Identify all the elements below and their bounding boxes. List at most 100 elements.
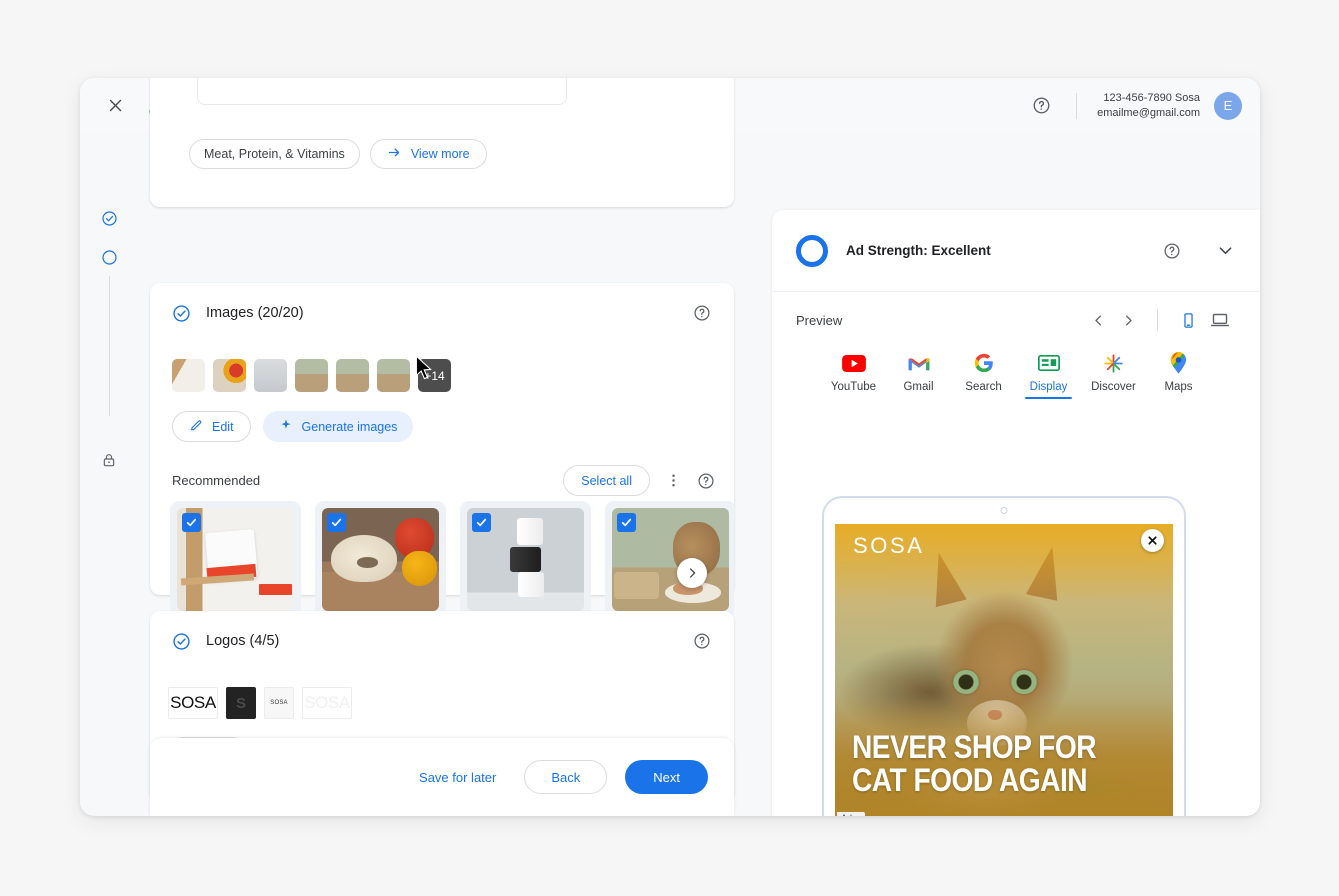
- next-label: Next: [653, 769, 680, 785]
- help-circle-icon[interactable]: [692, 631, 712, 651]
- main-content-column: Meat, Protein, & Vitamins View more Imag: [150, 78, 750, 816]
- ad-headline: NEVER SHOP FOR CAT FOOD AGAIN: [852, 731, 1120, 797]
- edit-images-button[interactable]: Edit: [172, 411, 251, 442]
- ad-disclosure-badge[interactable]: Ad: [837, 812, 866, 816]
- close-icon[interactable]: [1141, 529, 1164, 552]
- thumb-packaging-shelf[interactable]: [172, 359, 205, 392]
- logos-section-header: Logos (4/5): [150, 611, 734, 651]
- header-right-cluster: 123-456-7890 Sosa emailme@gmail.com E: [1026, 91, 1242, 121]
- preview-nav: [1083, 305, 1236, 335]
- arrow-right-icon: [387, 145, 402, 163]
- tab-gmail[interactable]: Gmail: [886, 352, 951, 399]
- app-body: Meat, Protein, & Vitamins View more Imag: [80, 78, 1260, 816]
- overflow-count-label: +14: [424, 368, 445, 383]
- help-circle-icon[interactable]: [1026, 91, 1056, 121]
- next-button[interactable]: Next: [625, 760, 708, 794]
- close-icon[interactable]: [100, 91, 130, 121]
- thumb-cat-peppers[interactable]: [213, 359, 246, 392]
- step-connector-line: [108, 276, 110, 416]
- maps-pin-icon: [1169, 352, 1188, 374]
- tab-label: Display: [1029, 381, 1068, 393]
- header-right-divider: [1076, 92, 1078, 119]
- keywords-row: Meat, Protein, & Vitamins View more: [189, 139, 487, 169]
- chevron-left-icon[interactable]: [1083, 305, 1113, 335]
- google-g-icon: [974, 352, 994, 374]
- logo-text: SOSA: [170, 693, 216, 712]
- circle-outline-icon[interactable]: [100, 248, 118, 266]
- account-info[interactable]: 123-456-7890 Sosa emailme@gmail.com: [1097, 91, 1200, 121]
- chevron-right-icon[interactable]: [677, 558, 707, 588]
- generate-images-label: Generate images: [301, 419, 398, 434]
- logo-sosa-faded[interactable]: SOSA: [302, 687, 352, 719]
- preview-label: Preview: [796, 312, 843, 328]
- keywords-input-box[interactable]: [197, 78, 567, 105]
- logo-text: SOSA: [270, 700, 288, 706]
- display-ad-creative[interactable]: SOSA NEVER SHOP FOR CAT FOOD AGAIN Packe…: [835, 524, 1173, 816]
- save-for-later-button[interactable]: Save for later: [409, 762, 506, 793]
- thumb-overflow-count[interactable]: +14: [418, 359, 451, 392]
- thumb-cat-plate-2[interactable]: [336, 359, 369, 392]
- select-all-button[interactable]: Select all: [563, 465, 650, 496]
- lock-icon: [100, 451, 118, 469]
- edit-images-label: Edit: [212, 419, 234, 434]
- logos-section-title: Logos (4/5): [206, 633, 280, 649]
- discover-icon: [1103, 352, 1124, 374]
- recommended-card-frame: [170, 501, 301, 618]
- thumb-cans-stack[interactable]: [254, 359, 287, 392]
- pencil-icon: [189, 418, 203, 435]
- back-button[interactable]: Back: [524, 760, 608, 794]
- tab-search[interactable]: Search: [951, 352, 1016, 399]
- account-email: emailme@gmail.com: [1097, 106, 1200, 119]
- logo-thumbnail-row: SOSA S SOSA SOSA: [168, 687, 352, 719]
- logo-text: SOSA: [304, 693, 350, 712]
- recommended-card-frame: [315, 501, 446, 618]
- smartphone-icon[interactable]: [1172, 305, 1204, 335]
- preview-panel: Ad Strength: Excellent Preview YouTube G…: [772, 210, 1260, 816]
- images-section-title: Images (20/20): [206, 305, 304, 321]
- gmail-icon: [907, 352, 931, 374]
- ad-headline-line1: NEVER SHOP FOR: [852, 729, 1097, 765]
- logo-sosa-small[interactable]: SOSA: [264, 687, 294, 719]
- recommended-card-frame: [460, 501, 591, 618]
- image-checkbox[interactable]: [327, 513, 346, 532]
- avatar[interactable]: E: [1214, 91, 1242, 120]
- thumb-cat-plate-3[interactable]: [377, 359, 410, 392]
- generate-images-button[interactable]: Generate images: [262, 411, 414, 442]
- display-ad-icon: [1037, 352, 1060, 374]
- keyword-chip[interactable]: Meat, Protein, & Vitamins: [189, 139, 360, 169]
- image-checkbox[interactable]: [472, 513, 491, 532]
- phone-preview-frame: SOSA NEVER SHOP FOR CAT FOOD AGAIN Packe…: [822, 496, 1186, 816]
- image-checkbox[interactable]: [182, 513, 201, 532]
- help-circle-icon[interactable]: [692, 303, 712, 323]
- tab-discover[interactable]: Discover: [1081, 352, 1146, 399]
- select-all-label: Select all: [581, 473, 632, 488]
- view-more-button[interactable]: View more: [369, 139, 487, 169]
- tab-label: YouTube: [830, 381, 877, 393]
- chevron-right-icon[interactable]: [1113, 305, 1143, 335]
- logo-text: S: [235, 694, 246, 712]
- check-circle-icon[interactable]: [100, 209, 118, 227]
- help-circle-icon[interactable]: [1162, 241, 1182, 261]
- more-vert-icon[interactable]: [660, 468, 686, 494]
- logo-sosa-monogram-dark[interactable]: S: [226, 687, 256, 719]
- ad-strength-label: Ad Strength: Excellent: [846, 243, 991, 258]
- tab-display[interactable]: Display: [1016, 352, 1081, 399]
- laptop-icon[interactable]: [1204, 305, 1236, 335]
- images-section-header: Images (20/20): [150, 283, 734, 323]
- chevron-down-icon[interactable]: [1214, 240, 1236, 262]
- tab-maps[interactable]: Maps: [1146, 352, 1211, 399]
- google-ads-campaign-window: Google Ads New Performance Max campaign …: [80, 78, 1260, 816]
- phone-camera-dot: [1000, 507, 1008, 514]
- step-rail: [80, 133, 150, 816]
- image-checkbox[interactable]: [617, 513, 636, 532]
- help-circle-icon[interactable]: [696, 471, 716, 491]
- ad-strength-row: Ad Strength: Excellent: [772, 210, 1260, 292]
- ad-strength-ring: [796, 234, 828, 267]
- ad-brand-name: SOSA: [853, 533, 925, 558]
- logo-sosa-wordmark[interactable]: SOSA: [168, 687, 218, 719]
- tab-youtube[interactable]: YouTube: [821, 352, 886, 399]
- image-thumbnail-row: +14: [172, 359, 451, 392]
- youtube-icon: [841, 352, 866, 374]
- thumb-cat-plate-1[interactable]: [295, 359, 328, 392]
- view-more-label: View more: [410, 147, 470, 161]
